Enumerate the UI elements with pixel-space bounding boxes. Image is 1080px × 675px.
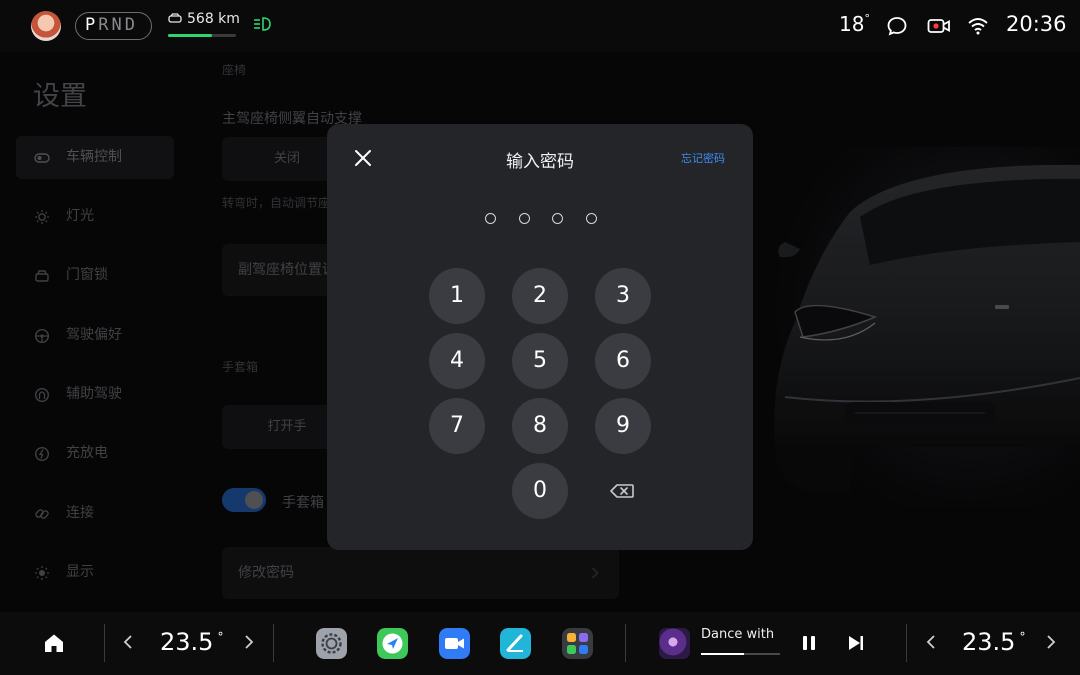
song-progress-fill (701, 653, 745, 655)
backspace-icon[interactable] (595, 463, 651, 519)
key-8[interactable]: 8 (512, 398, 568, 454)
app-launcher-icon[interactable] (562, 628, 593, 659)
chevron-right-icon[interactable] (1045, 634, 1057, 650)
chevron-right-icon[interactable] (243, 634, 255, 650)
car-icon (168, 13, 182, 23)
gear-rest: RND (98, 15, 138, 35)
pin-dot (518, 213, 530, 224)
chevron-left-icon[interactable] (122, 634, 134, 650)
bottom-dock: 23.5 ° Dance with 23.5 ° (0, 612, 1080, 675)
passenger-temperature: 23.5 ° (962, 628, 1025, 656)
gear-indicator: PRND (75, 12, 152, 40)
message-icon[interactable] (886, 15, 908, 37)
driver-temperature: 23.5 ° (160, 628, 223, 656)
pause-icon[interactable] (800, 634, 818, 652)
divider (625, 624, 626, 662)
key-7[interactable]: 7 (429, 398, 485, 454)
key-2[interactable]: 2 (512, 268, 568, 324)
song-title: Dance with (701, 627, 775, 642)
video-call-app-icon[interactable] (439, 628, 470, 659)
password-dialog: 输入密码 忘记密码 1 2 3 4 5 6 7 8 9 0 (327, 124, 753, 550)
passenger-temp-value: 23.5 (962, 628, 1016, 656)
headlight-icon (254, 17, 271, 31)
driver-temp-unit: ° (217, 630, 224, 644)
range-readout: 568 km (168, 11, 240, 27)
notes-app-icon[interactable] (500, 628, 531, 659)
temperature-unit: ° (864, 12, 870, 25)
range-bar (168, 34, 236, 37)
key-3[interactable]: 3 (595, 268, 651, 324)
status-bar: PRND 568 km 18° 20:36 (0, 0, 1080, 52)
divider (273, 624, 274, 662)
divider (906, 624, 907, 662)
pin-dot (552, 213, 564, 224)
pin-dot (485, 213, 496, 224)
temperature-value: 18 (839, 12, 865, 36)
key-1[interactable]: 1 (429, 268, 485, 324)
gear-active: P (85, 15, 99, 35)
outside-temperature: 18° (839, 12, 870, 36)
settings-app-icon[interactable] (316, 628, 347, 659)
maps-app-icon[interactable] (377, 628, 408, 659)
next-track-icon[interactable] (847, 634, 865, 652)
chevron-left-icon[interactable] (925, 634, 937, 650)
range-value: 568 km (187, 11, 240, 27)
passenger-temp-unit: ° (1019, 630, 1026, 644)
wifi-icon (968, 18, 988, 35)
forgot-password-link[interactable]: 忘记密码 (681, 150, 725, 166)
key-4[interactable]: 4 (429, 333, 485, 389)
home-icon[interactable] (43, 632, 65, 654)
range-bar-fill (168, 34, 213, 37)
song-progress[interactable] (701, 653, 780, 655)
clock: 20:36 (1006, 12, 1067, 36)
album-art[interactable] (659, 628, 690, 659)
pin-dots (485, 212, 597, 226)
driver-temp-value: 23.5 (160, 628, 214, 656)
key-0[interactable]: 0 (512, 463, 568, 519)
divider (104, 624, 105, 662)
key-6[interactable]: 6 (595, 333, 651, 389)
key-5[interactable]: 5 (512, 333, 568, 389)
pin-dot (585, 213, 597, 224)
key-9[interactable]: 9 (595, 398, 651, 454)
camera-icon[interactable] (927, 15, 951, 37)
user-avatar[interactable] (31, 11, 61, 41)
